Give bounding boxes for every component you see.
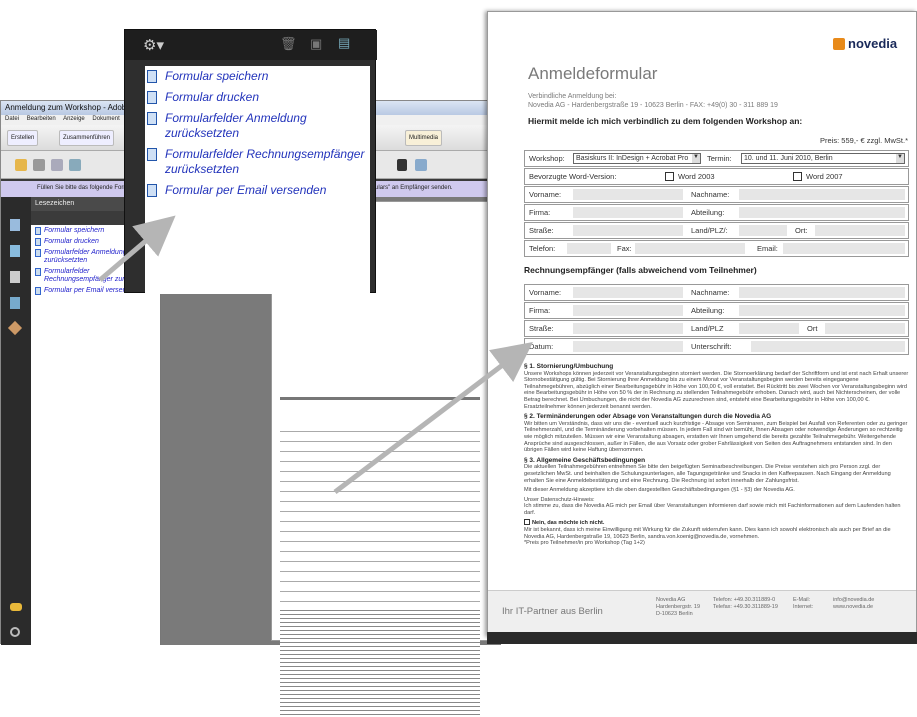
arrow-to-form bbox=[333, 341, 533, 494]
callout-arrows bbox=[98, 215, 533, 494]
arrow-to-menu bbox=[98, 215, 176, 282]
